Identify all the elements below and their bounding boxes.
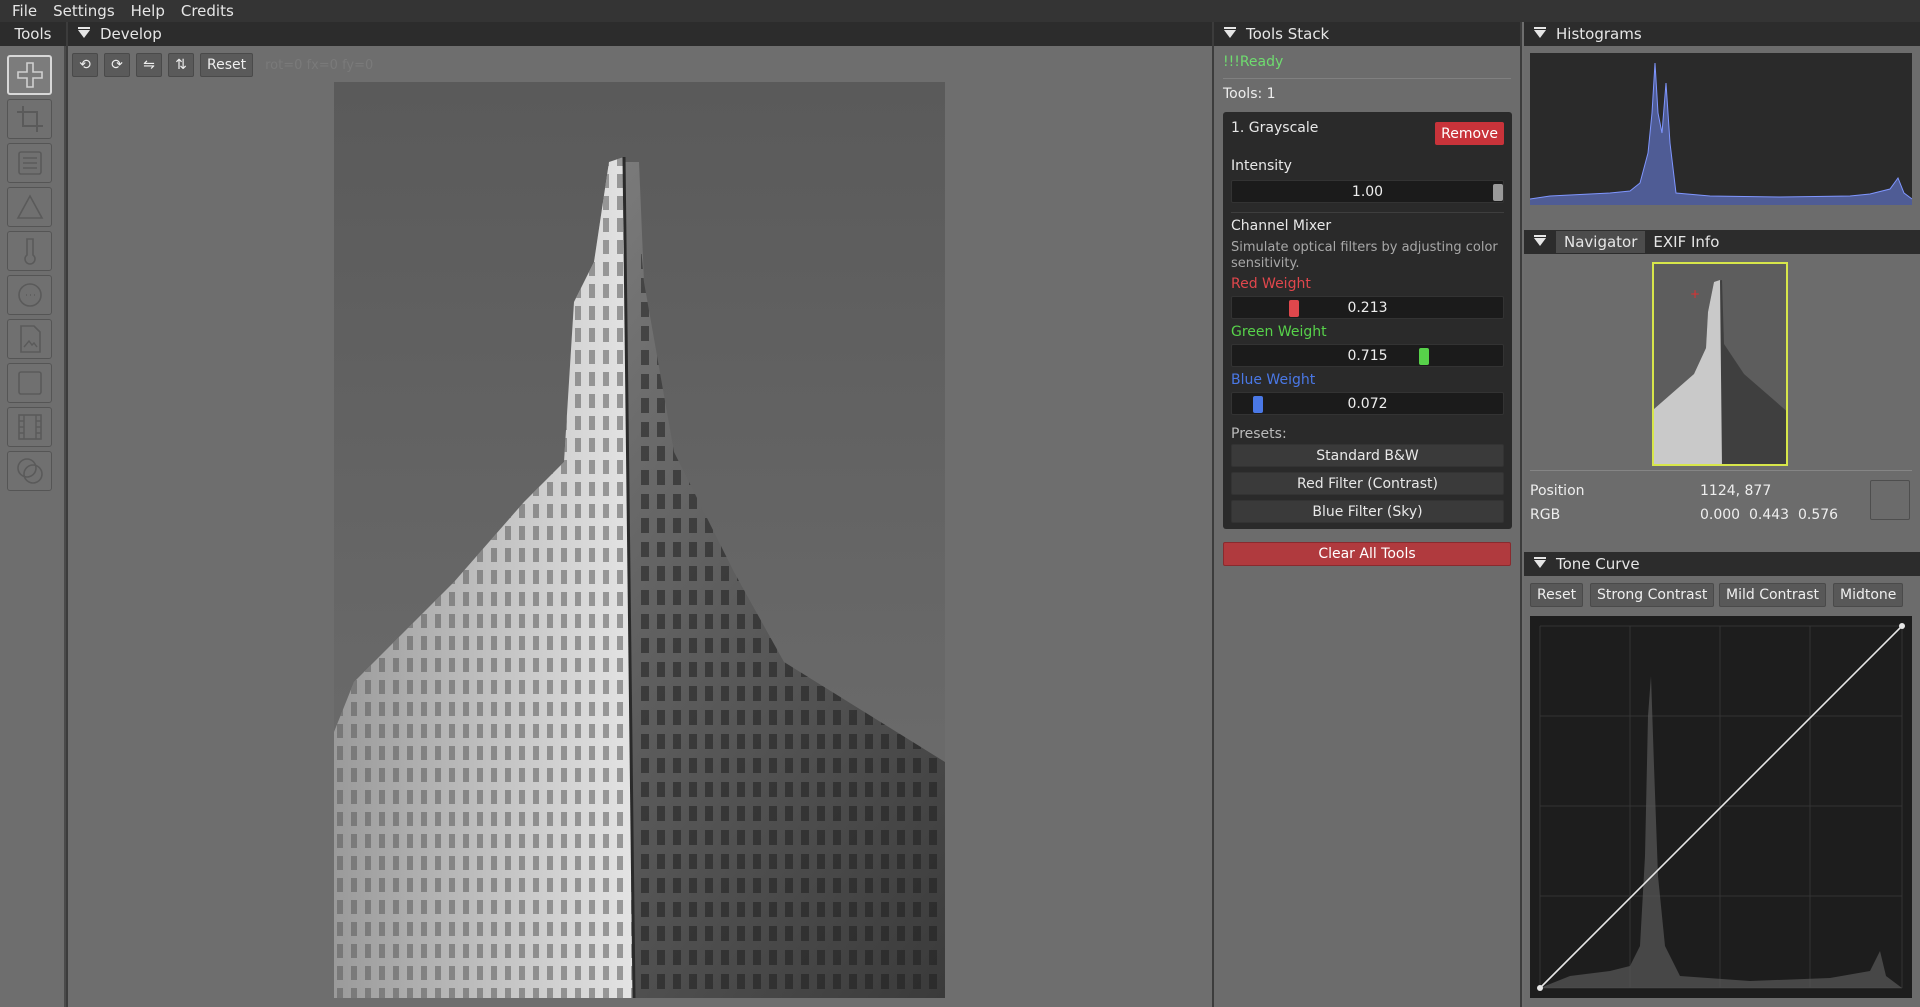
separator [1231,212,1504,213]
grayscale-tool-card: 1. Grayscale Remove Intensity 1.00 Chann… [1223,112,1512,529]
tools-stack-header: Tools Stack [1214,22,1520,46]
blue-weight-slider[interactable]: 0.072 [1231,392,1504,415]
red-weight-value: 0.213 [1347,299,1388,316]
clear-all-tools-button[interactable]: Clear All Tools [1223,542,1511,566]
red-weight-slider[interactable]: 0.213 [1231,296,1504,319]
square-tool-button[interactable] [7,363,52,403]
separator [1223,78,1511,79]
menu-settings[interactable]: Settings [45,2,123,20]
develop-toolbar: ⟲ ⟳ ⇋ ⇅ Reset rot=0 fx=0 fy=0 [72,52,373,78]
mild-contrast-button[interactable]: Mild Contrast [1719,583,1827,607]
collapse-icon[interactable] [1534,27,1546,38]
develop-image[interactable] [334,82,945,998]
image-file-icon [19,325,41,353]
collapse-icon[interactable] [1224,27,1236,38]
collapse-icon[interactable] [78,27,90,38]
tone-curve-graph [1537,623,1905,991]
rgb-label: RGB [1530,507,1561,523]
thumbnail-image: + [1654,264,1786,464]
panel-divider[interactable] [1520,22,1522,1007]
navigator-header: Navigator EXIF Info [1524,230,1920,254]
tools-panel-title: Tools [14,25,52,43]
list-tool-button[interactable] [7,143,52,183]
crop-tool-button[interactable] [7,99,52,139]
rotate-right-button[interactable]: ⟳ [104,53,130,77]
image-file-tool-button[interactable] [7,319,52,359]
color-swatch [1870,480,1910,520]
crop-icon [16,106,43,132]
separator [1530,470,1912,471]
red-weight-label: Red Weight [1231,276,1311,292]
histograms-title: Histograms [1556,25,1642,43]
menu-credits[interactable]: Credits [173,2,242,20]
skyscraper-photo [334,82,945,998]
dotted-circle-icon [17,283,42,307]
menu-bar: File Settings Help Credits [0,0,1920,22]
strong-contrast-button[interactable]: Strong Contrast [1590,583,1715,607]
intensity-value: 1.00 [1351,183,1384,200]
position-value: 1124, 877 [1700,483,1772,499]
square-icon [17,371,42,395]
tools-column [0,46,66,1007]
histograms-header: Histograms [1524,22,1920,46]
presets-label: Presets: [1231,426,1287,442]
triangle-tool-button[interactable] [7,187,52,227]
tone-curve-editor[interactable] [1530,616,1912,998]
flip-horizontal-button[interactable]: ⇋ [136,53,162,77]
tone-curve-title: Tone Curve [1556,555,1640,573]
menu-help[interactable]: Help [123,2,173,20]
develop-title: Develop [100,25,162,43]
tool-count: Tools: 1 [1223,86,1276,102]
tools-stack-title: Tools Stack [1246,25,1330,43]
reset-transform-button[interactable]: Reset [200,53,254,77]
collapse-icon[interactable] [1534,235,1546,246]
blue-weight-label: Blue Weight [1231,372,1316,388]
film-tool-button[interactable] [7,407,52,447]
move-icon [16,62,43,88]
transform-status: rot=0 fx=0 fy=0 [265,57,374,73]
rgb-values: 0.000 0.443 0.576 [1700,507,1839,523]
panel-divider[interactable] [66,22,68,1007]
channel-mixer-description: Simulate optical filters by adjusting co… [1231,240,1498,271]
flip-vertical-button[interactable]: ⇅ [168,53,194,77]
green-weight-value: 0.715 [1347,347,1388,364]
triangle-icon [16,194,43,219]
blue-weight-value: 0.072 [1347,395,1388,412]
status-text: !!!Ready [1223,54,1284,70]
list-icon [17,151,42,175]
svg-text:+: + [1690,287,1700,301]
collapse-icon[interactable] [1534,557,1546,568]
histogram-graph [1529,62,1913,205]
preset-red-filter-button[interactable]: Red Filter (Contrast) [1231,472,1504,495]
intensity-slider[interactable]: 1.00 [1231,180,1504,203]
navigator-thumbnail[interactable]: + [1652,262,1788,466]
intensity-label: Intensity [1231,158,1292,174]
rotate-left-button[interactable]: ⟲ [72,53,98,77]
position-label: Position [1530,483,1585,499]
green-weight-slider[interactable]: 0.715 [1231,344,1504,367]
histogram-chart [1529,53,1913,205]
midtone-button[interactable]: Midtone [1833,583,1904,607]
develop-panel-header: Develop [68,22,1212,46]
circle-tool-button[interactable] [7,275,52,315]
preset-standard-bw-button[interactable]: Standard B&W [1231,444,1504,467]
preset-blue-filter-button[interactable]: Blue Filter (Sky) [1231,500,1504,523]
menu-file[interactable]: File [4,2,45,20]
film-icon [17,414,42,440]
tool-card-title: 1. Grayscale [1231,120,1319,136]
temperature-tool-button[interactable] [7,231,52,271]
tone-curve-header: Tone Curve [1524,552,1920,576]
blend-tool-button[interactable] [7,451,52,491]
remove-tool-button[interactable]: Remove [1435,122,1504,145]
tab-exif-info[interactable]: EXIF Info [1645,231,1727,253]
tone-curve-reset-button[interactable]: Reset [1530,583,1584,607]
tools-panel-header: Tools [0,22,66,46]
overlapping-circles-icon [16,458,43,484]
tab-navigator[interactable]: Navigator [1556,231,1646,253]
green-weight-label: Green Weight [1231,324,1327,340]
tools-stack-panel: !!!Ready Tools: 1 1. Grayscale Remove In… [1214,46,1520,1007]
channel-mixer-label: Channel Mixer [1231,218,1332,234]
thermometer-icon [23,238,36,265]
move-tool-button[interactable] [7,55,52,95]
